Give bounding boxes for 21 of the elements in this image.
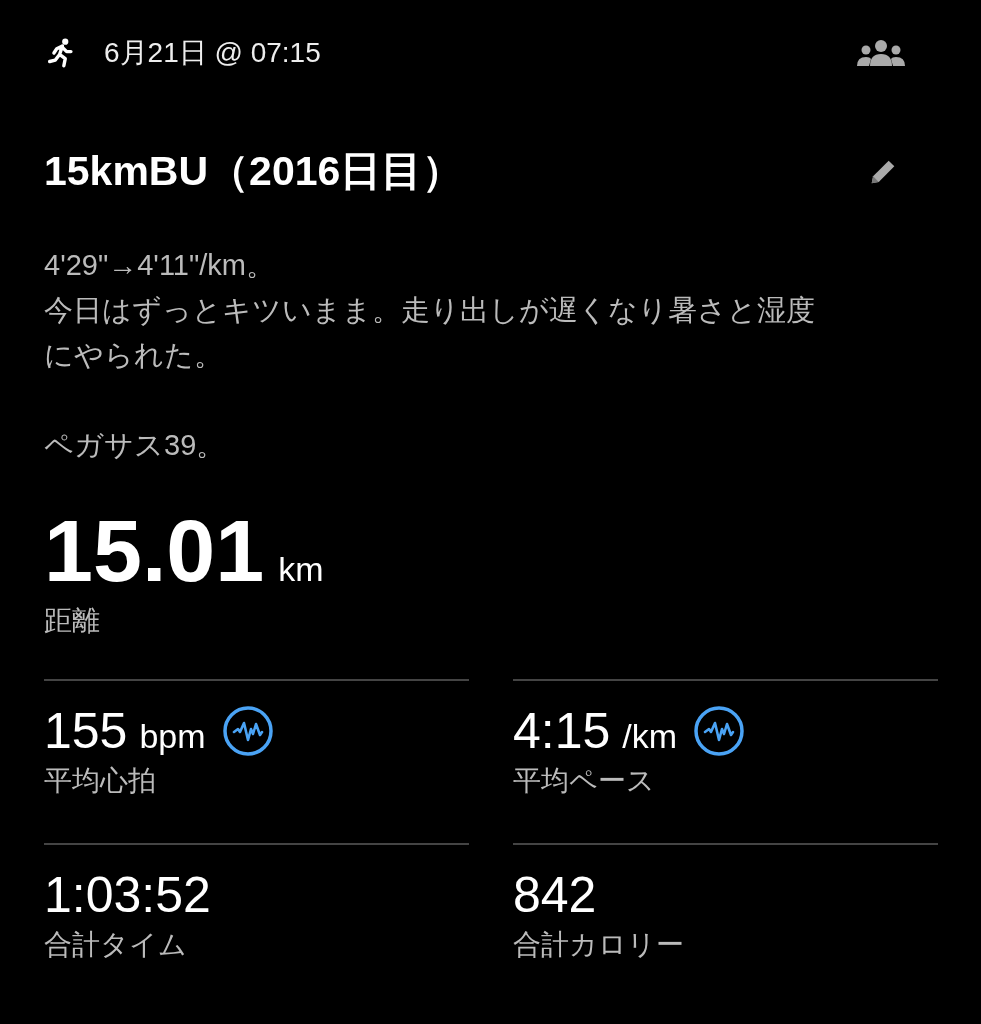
description-text: ペガサス39。 xyxy=(44,428,227,463)
distance-unit: km xyxy=(278,550,324,589)
stat-label: 合計タイム xyxy=(44,928,188,962)
stat-unit: /km xyxy=(622,716,678,756)
stat-value: 1:03:52 xyxy=(44,866,211,924)
stat-value: 4:15 xyxy=(513,702,611,760)
description-text: 今日はずっとキツいまま。走り出しが遅くなり暑さと湿度にやられた。 xyxy=(44,293,816,373)
pulse-icon[interactable] xyxy=(221,705,274,757)
stat-unit: bpm xyxy=(139,716,206,756)
stat-label: 合計カロリー xyxy=(513,928,685,962)
pulse-icon[interactable] xyxy=(693,705,746,757)
group-icon[interactable] xyxy=(856,39,906,67)
activity-date: 6月21日 @ 07:15 xyxy=(104,36,321,70)
stat-label: 平均ペース xyxy=(513,764,656,798)
activity-title: 15kmBU（2016日目） xyxy=(44,147,464,196)
stat-value: 842 xyxy=(513,866,597,924)
distance-label: 距離 xyxy=(44,604,101,638)
distance-value: 15.01 xyxy=(44,501,265,601)
description-text: 4'29"→4'11"/km。 xyxy=(44,248,276,283)
stat-label: 平均心拍 xyxy=(44,764,157,798)
stat-value: 155 xyxy=(44,702,128,760)
